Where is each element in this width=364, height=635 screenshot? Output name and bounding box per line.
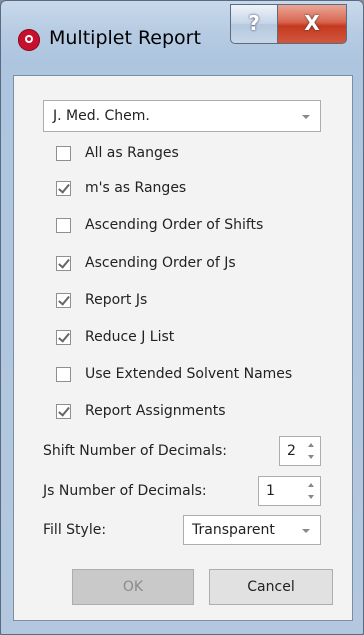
checkbox-reduce-j-list[interactable]: Reduce J List <box>56 324 174 350</box>
checkbox-ms-as-ranges[interactable]: m's as Ranges <box>56 175 186 201</box>
js-decimals-label: Js Number of Decimals: <box>43 483 207 499</box>
checkbox-report-js[interactable]: Report Js <box>56 287 147 313</box>
spin-up-icon[interactable] <box>308 443 314 447</box>
spin-down-icon[interactable] <box>308 495 314 499</box>
checkbox-label: Ascending Order of Shifts <box>85 217 264 233</box>
checkbox-box[interactable] <box>56 329 71 345</box>
checkbox-all-as-ranges[interactable]: All as Ranges <box>56 140 179 166</box>
close-icon: X <box>304 11 320 35</box>
journal-style-value: J. Med. Chem. <box>53 108 150 124</box>
checkbox-label: All as Ranges <box>85 145 179 161</box>
checkbox-box[interactable] <box>56 366 71 382</box>
help-icon: ? <box>248 11 260 35</box>
checkbox-report-assignments[interactable]: Report Assignments <box>56 398 226 424</box>
fill-style-label: Fill Style: <box>43 522 107 538</box>
dialog-title: Multiplet Report <box>49 27 201 49</box>
js-decimals-value: 1 <box>266 483 275 499</box>
checkbox-label: m's as Ranges <box>85 180 187 196</box>
checkbox-ascending-shifts[interactable]: Ascending Order of Shifts <box>56 212 263 238</box>
app-logo-icon <box>18 29 40 51</box>
checkbox-label: Ascending Order of Js <box>85 255 236 271</box>
checkbox-label: Reduce J List <box>85 329 175 345</box>
spin-down-icon[interactable] <box>308 455 314 459</box>
checkbox-label: Report Assignments <box>85 403 226 419</box>
fill-style-value: Transparent <box>192 522 275 538</box>
checkbox-box[interactable] <box>56 403 71 419</box>
js-decimals-stepper[interactable]: 1 <box>258 476 321 506</box>
checkbox-label: Use Extended Solvent Names <box>85 366 293 382</box>
chevron-down-icon <box>302 115 310 119</box>
checkbox-ascending-js[interactable]: Ascending Order of Js <box>56 250 236 276</box>
checkbox-extended-solvent-names[interactable]: Use Extended Solvent Names <box>56 361 292 387</box>
shift-decimals-stepper[interactable]: 2 <box>279 436 321 466</box>
checkbox-label: Report Js <box>85 292 148 308</box>
checkbox-box[interactable] <box>56 255 71 271</box>
title-bar[interactable]: Multiplet Report ? X <box>1 1 363 71</box>
ok-button[interactable]: OK <box>72 569 194 605</box>
chevron-down-icon <box>302 529 310 533</box>
checkbox-box[interactable] <box>56 217 71 233</box>
checkbox-box[interactable] <box>56 145 71 161</box>
checkbox-box[interactable] <box>56 292 71 308</box>
shift-decimals-label: Shift Number of Decimals: <box>43 443 228 459</box>
help-button[interactable]: ? <box>230 4 278 44</box>
dialog-window: Multiplet Report ? X J. Med. Chem. All a… <box>0 0 364 635</box>
close-button[interactable]: X <box>277 4 347 44</box>
cancel-button[interactable]: Cancel <box>209 569 333 605</box>
fill-style-select[interactable]: Transparent <box>183 515 321 545</box>
shift-decimals-value: 2 <box>287 443 296 459</box>
journal-style-select[interactable]: J. Med. Chem. <box>43 100 321 132</box>
checkbox-box[interactable] <box>56 180 71 196</box>
spin-up-icon[interactable] <box>308 483 314 487</box>
